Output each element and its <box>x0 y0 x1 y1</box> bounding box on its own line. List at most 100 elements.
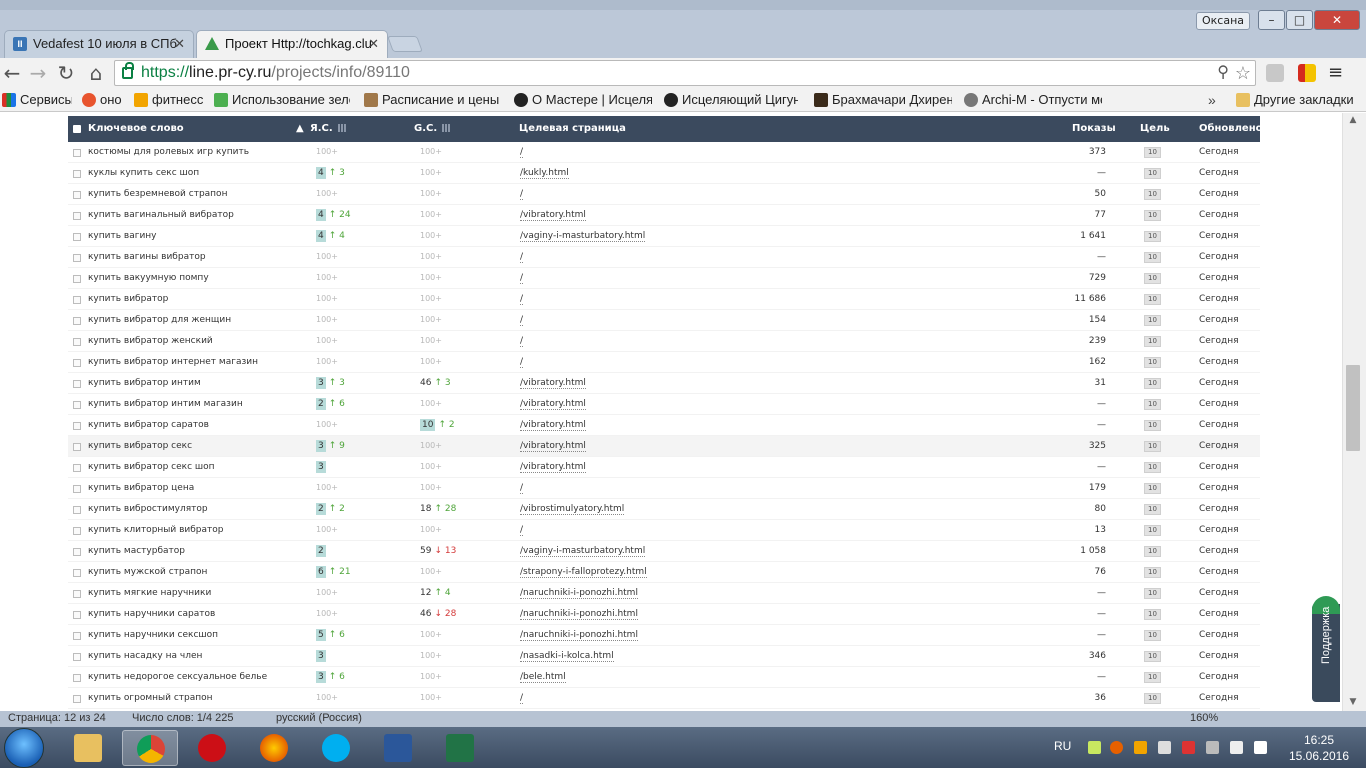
bar-chart-icon[interactable] <box>337 124 346 132</box>
table-row[interactable]: купить клиторный вибратор 100+ 100+ / 13 10 Се… <box>68 520 1260 541</box>
bar-chart-icon[interactable] <box>442 124 451 132</box>
table-row[interactable]: купить мужской страпон 6 ↑ 21 100+ /strapony… <box>68 562 1260 583</box>
target-page-cell[interactable]: /strapony-i-falloprotezy.html <box>520 562 647 582</box>
table-row[interactable]: купить вибратор секс шоп 3 100+ /vibratory.… <box>68 457 1260 478</box>
target-page-link[interactable]: /vibrostimulyatory.html <box>520 504 625 515</box>
target-page-cell[interactable]: / <box>520 142 524 162</box>
bookmark-star-icon[interactable]: ☆ <box>1235 61 1251 85</box>
goal-cell[interactable]: 10 <box>1144 331 1161 351</box>
target-page-cell[interactable]: / <box>520 268 524 288</box>
table-row[interactable]: купить вибратор интернет магазин 100+ 100+… <box>68 352 1260 373</box>
row-checkbox[interactable] <box>73 296 81 304</box>
table-row[interactable]: купить безремневой страпон 100+ 100+ / 50 10 С… <box>68 184 1260 205</box>
tab-vedafest[interactable]: II Vedafest 10 июля в СПб ✕ <box>4 30 194 58</box>
target-page-cell[interactable]: /naruchniki-i-ponozhi.html <box>520 583 638 603</box>
table-row[interactable]: купить недорогое сексуальное белье 3 ↑ 6 10… <box>68 667 1260 688</box>
goal-cell[interactable]: 10 <box>1144 247 1161 267</box>
scroll-thumb[interactable] <box>1346 365 1360 451</box>
start-button[interactable] <box>4 728 44 768</box>
target-page-cell[interactable]: /nasadki-i-kolca.html <box>520 646 614 666</box>
goal-badge[interactable]: 10 <box>1144 567 1161 578</box>
target-page-link[interactable]: / <box>520 525 524 536</box>
goal-badge[interactable]: 10 <box>1144 168 1161 179</box>
bookmark-brahmachari[interactable]: Брахмачари Дхирен <box>812 88 952 112</box>
goal-cell[interactable]: 10 <box>1144 373 1161 393</box>
target-page-link[interactable]: /vibratory.html <box>520 210 586 221</box>
target-page-link[interactable]: /strapony-i-falloprotezy.html <box>520 567 647 578</box>
col-updated[interactable]: Обновлено <box>1199 116 1262 142</box>
goal-cell[interactable]: 10 <box>1144 457 1161 477</box>
target-page-link[interactable]: / <box>520 483 524 494</box>
goal-badge[interactable]: 10 <box>1144 588 1161 599</box>
row-checkbox[interactable] <box>73 611 81 619</box>
goal-badge[interactable]: 10 <box>1144 399 1161 410</box>
goal-badge[interactable]: 10 <box>1144 462 1161 473</box>
goal-badge[interactable]: 10 <box>1144 525 1161 536</box>
address-bar[interactable]: https://line.pr-cy.ru/projects/info/8911… <box>114 60 1256 86</box>
col-views[interactable]: Показы <box>1072 116 1116 142</box>
goal-cell[interactable]: 10 <box>1144 163 1161 183</box>
close-window-button[interactable]: ✕ <box>1314 10 1360 30</box>
target-page-link[interactable]: /naruchniki-i-ponozhi.html <box>520 630 638 641</box>
tray-network-icon[interactable] <box>1206 741 1219 754</box>
row-checkbox[interactable] <box>73 317 81 325</box>
menu-icon[interactable]: ≡ <box>1328 64 1344 82</box>
bookmark-schedule[interactable]: Расписание и цены в <box>362 88 502 112</box>
target-page-cell[interactable]: /kukly.html <box>520 163 569 183</box>
row-checkbox[interactable] <box>73 443 81 451</box>
goal-badge[interactable]: 10 <box>1144 651 1161 662</box>
goal-badge[interactable]: 10 <box>1144 693 1161 704</box>
target-page-link[interactable]: /nasadki-i-kolca.html <box>520 651 614 662</box>
goal-cell[interactable]: 10 <box>1144 583 1161 603</box>
goal-badge[interactable]: 10 <box>1144 630 1161 641</box>
tab-close-icon[interactable]: ✕ <box>368 31 379 57</box>
bookmark-other-folder[interactable]: Другие закладки <box>1234 88 1362 112</box>
row-checkbox[interactable] <box>73 170 81 178</box>
target-page-cell[interactable]: / <box>520 184 524 204</box>
table-row[interactable]: купить вагинальный вибратор 4 ↑ 24 100+ /vib… <box>68 205 1260 226</box>
goal-badge[interactable]: 10 <box>1144 357 1161 368</box>
tab-close-icon[interactable]: ✕ <box>174 31 185 57</box>
goal-cell[interactable]: 10 <box>1144 226 1161 246</box>
table-row[interactable]: купить вибратор интим магазин 2 ↑ 6 100+ /vi… <box>68 394 1260 415</box>
goal-cell[interactable]: 10 <box>1144 604 1161 624</box>
tray-flag-icon[interactable] <box>1182 741 1195 754</box>
target-page-link[interactable]: /bele.html <box>520 672 566 683</box>
target-page-link[interactable]: /kukly.html <box>520 168 569 179</box>
target-page-cell[interactable]: /vaginy-i-masturbatory.html <box>520 226 646 246</box>
goal-badge[interactable]: 10 <box>1144 315 1161 326</box>
table-row[interactable]: купить вибратор секс 3 ↑ 9 100+ /vibratory.h… <box>68 436 1260 457</box>
table-row[interactable]: костюмы для ролевых игр купить 100+ 100+ / 3… <box>68 142 1260 163</box>
target-page-cell[interactable]: /vibratory.html <box>520 394 586 414</box>
home-icon[interactable]: ⌂ <box>84 62 108 84</box>
table-row[interactable]: купить вагины вибратор 100+ 100+ / — 10 Сегодн… <box>68 247 1260 268</box>
maximize-button[interactable]: □ <box>1286 10 1313 30</box>
bookmark-apps[interactable]: Сервисы <box>0 88 72 112</box>
opera-taskbar-button[interactable] <box>184 730 240 766</box>
target-page-cell[interactable]: /vaginy-i-masturbatory.html <box>520 541 646 561</box>
target-page-link[interactable]: / <box>520 147 524 158</box>
goal-badge[interactable]: 10 <box>1144 546 1161 557</box>
goal-cell[interactable]: 10 <box>1144 142 1161 162</box>
target-page-cell[interactable]: / <box>520 688 524 708</box>
profile-button[interactable]: Оксана <box>1196 12 1250 30</box>
table-row[interactable]: купить вакуумную помпу 100+ 100+ / 729 10 Сего… <box>68 268 1260 289</box>
tray-firefox-icon[interactable] <box>1110 741 1123 754</box>
goal-badge[interactable]: 10 <box>1144 420 1161 431</box>
row-checkbox[interactable] <box>73 380 81 388</box>
target-page-cell[interactable]: / <box>520 289 524 309</box>
goal-badge[interactable]: 10 <box>1144 504 1161 515</box>
goal-cell[interactable]: 10 <box>1144 415 1161 435</box>
goal-cell[interactable]: 10 <box>1144 184 1161 204</box>
goal-badge[interactable]: 10 <box>1144 672 1161 683</box>
target-page-link[interactable]: /vibratory.html <box>520 399 586 410</box>
table-row[interactable]: купить наручники сексшоп 5 ↑ 6 100+ /naruchn… <box>68 625 1260 646</box>
row-checkbox[interactable] <box>73 506 81 514</box>
target-page-cell[interactable]: / <box>520 520 524 540</box>
goal-cell[interactable]: 10 <box>1144 436 1161 456</box>
goal-cell[interactable]: 10 <box>1144 268 1161 288</box>
target-page-cell[interactable]: /vibratory.html <box>520 457 586 477</box>
goal-cell[interactable]: 10 <box>1144 394 1161 414</box>
bookmark-fitness[interactable]: фитнесс <box>132 88 204 112</box>
chrome-taskbar-button[interactable] <box>122 730 178 766</box>
